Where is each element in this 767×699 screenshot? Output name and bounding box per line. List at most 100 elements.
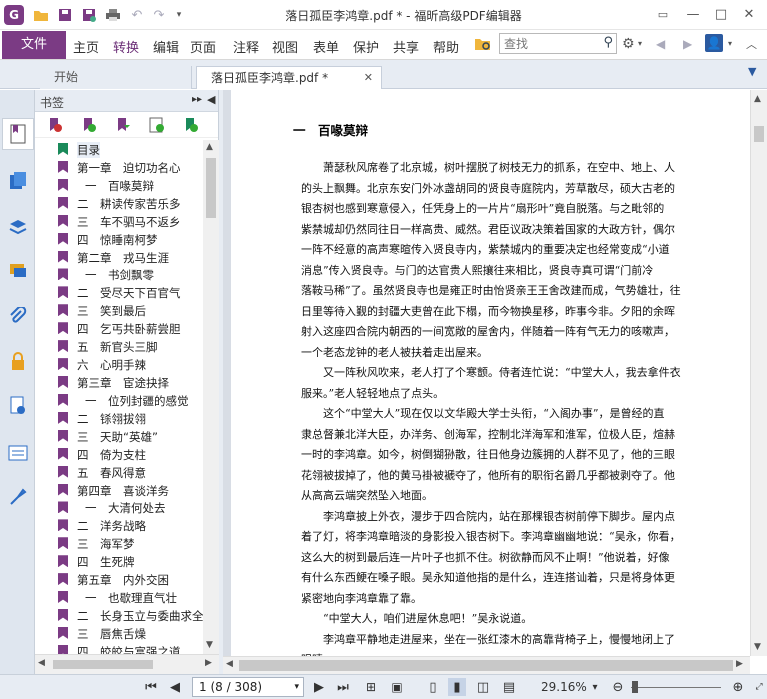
bookmark-vertical-scrollbar[interactable]: ▲ ▼ — [203, 140, 219, 654]
scroll-down-icon[interactable]: ▼ — [754, 642, 761, 652]
bookmark-expand-icon[interactable] — [149, 117, 165, 133]
scroll-down-icon[interactable]: ▼ — [206, 640, 213, 650]
bookmark-item[interactable]: 四 生死牌 — [35, 552, 203, 570]
file-menu-button[interactable]: 文件 — [2, 31, 66, 59]
tab-form[interactable]: 表单 — [313, 37, 339, 56]
bookmark-item[interactable]: 四 倚为支柱 — [35, 445, 203, 463]
bookmark-item[interactable]: 二 铩翎拔翎 — [35, 409, 203, 427]
tab-edit[interactable]: 编辑 — [153, 37, 179, 56]
zoom-in-icon[interactable]: ⊕ — [729, 678, 747, 696]
first-page-icon[interactable]: ⏮ — [142, 678, 160, 696]
bookmark-item[interactable]: 第四章 喜谈洋务 — [35, 481, 203, 499]
search-box[interactable]: ⚲ — [499, 33, 617, 54]
bookmark-add-icon[interactable] — [81, 117, 97, 133]
redo-icon[interactable]: ↷ — [150, 6, 168, 24]
open-folder-icon[interactable] — [32, 6, 50, 24]
bookmark-item[interactable]: 三 天助“英雄” — [35, 427, 203, 445]
maximize-button[interactable]: □ — [710, 4, 732, 26]
bookmark-item[interactable]: 二 长身玉立与委曲求全 — [35, 606, 203, 624]
scroll-thumb[interactable] — [53, 660, 153, 669]
expand-panel-icon[interactable]: ▸▸ — [192, 94, 202, 105]
facing-page-icon[interactable]: ◫ — [474, 678, 492, 696]
comments-icon[interactable] — [5, 258, 31, 284]
scroll-thumb[interactable] — [206, 158, 216, 218]
bookmark-item[interactable]: 第二章 戎马生涯 — [35, 248, 203, 266]
security-lock-icon[interactable] — [5, 348, 31, 374]
nav-forward-icon[interactable]: ▶ — [683, 37, 692, 51]
collapse-ribbon-icon[interactable]: ︿ — [746, 36, 757, 52]
scroll-right-icon[interactable]: ▶ — [736, 659, 743, 669]
bookmark-item[interactable]: 第三章 宦途抉择 — [35, 373, 203, 391]
save-icon[interactable] — [56, 6, 74, 24]
page-number-input[interactable]: 1 (8 / 308) ▾ — [192, 677, 304, 697]
bookmark-item[interactable]: 目录 — [35, 140, 203, 158]
tab-document[interactable]: 落日孤臣李鸿章.pdf * ✕ — [196, 66, 382, 89]
pages-thumbnail-icon[interactable] — [5, 168, 31, 194]
document-vertical-scrollbar[interactable]: ▲ ▼ — [750, 90, 767, 656]
last-page-icon[interactable]: ⏭ — [334, 678, 352, 696]
content-panel-icon[interactable] — [5, 440, 31, 466]
zoom-out-icon[interactable]: ⊖ — [609, 678, 627, 696]
tab-view[interactable]: 视图 — [272, 37, 298, 56]
gear-icon[interactable]: ⚙ — [622, 36, 635, 52]
bookmark-item[interactable]: 三 海军梦 — [35, 534, 203, 552]
tab-convert[interactable]: 转换 — [113, 37, 139, 56]
bookmark-item[interactable]: 二 洋务战略 — [35, 516, 203, 534]
attachments-icon[interactable] — [5, 304, 31, 330]
tab-page[interactable]: 页面 — [190, 37, 216, 56]
undo-icon[interactable]: ↶ — [128, 6, 146, 24]
zoom-slider[interactable] — [631, 687, 721, 688]
zoom-slider-handle[interactable] — [632, 681, 638, 693]
bookmark-item[interactable]: 四 皎皎与富强之道 — [35, 642, 203, 654]
print-icon[interactable] — [104, 6, 122, 24]
bookmark-delete-icon[interactable] — [47, 117, 63, 133]
continuous-facing-icon[interactable]: ▤ — [500, 678, 518, 696]
tab-home[interactable]: 主页 — [73, 37, 99, 56]
layers-icon[interactable] — [5, 214, 31, 240]
scroll-up-icon[interactable]: ▲ — [754, 94, 761, 104]
tab-list-dropdown-icon[interactable]: ▼ — [748, 65, 756, 78]
tab-protect[interactable]: 保护 — [353, 37, 379, 56]
zoom-dropdown-icon[interactable]: ▾ — [586, 678, 604, 696]
close-button[interactable]: ✕ — [738, 4, 760, 26]
minimize-button[interactable]: — — [682, 4, 704, 26]
destinations-icon[interactable] — [5, 484, 31, 510]
signatures-icon[interactable] — [5, 393, 31, 419]
scroll-right-icon[interactable]: ▶ — [205, 658, 212, 668]
scroll-left-icon[interactable]: ◀ — [38, 658, 45, 668]
tab-start-page[interactable]: 开始 — [40, 66, 192, 89]
bookmark-item[interactable]: 一 也歇理直气壮 — [35, 588, 203, 606]
next-page-icon[interactable]: ▶ — [310, 678, 328, 696]
bookmark-item[interactable]: 二 受尽天下百官气 — [35, 283, 203, 301]
help-icon[interactable]: ▭ — [652, 4, 674, 26]
search-input[interactable] — [500, 34, 595, 53]
bookmark-horizontal-scrollbar[interactable]: ◀ ▶ — [35, 654, 219, 674]
user-avatar-icon[interactable]: 👤 — [705, 34, 723, 52]
document-horizontal-scrollbar[interactable]: ◀ ▶ — [223, 656, 750, 674]
bookmark-item[interactable]: 一 位列封疆的感觉 — [35, 391, 203, 409]
bookmark-item[interactable]: 五 春风得意 — [35, 463, 203, 481]
scroll-left-icon[interactable]: ◀ — [226, 659, 233, 669]
tab-share[interactable]: 共享 — [393, 37, 419, 56]
scroll-thumb[interactable] — [239, 660, 733, 671]
bookmark-item[interactable]: 第一章 迫切功名心 — [35, 158, 203, 176]
scroll-thumb[interactable] — [754, 126, 764, 142]
bookmark-item[interactable]: 三 车不驷马不返乡 — [35, 212, 203, 230]
tab-comment[interactable]: 注释 — [233, 37, 259, 56]
bookmark-item[interactable]: 二 耕读传家苦乐多 — [35, 194, 203, 212]
page-dropdown-icon[interactable]: ▾ — [294, 678, 299, 696]
user-dropdown-icon[interactable]: ▾ — [728, 39, 732, 48]
bookmark-collapse-icon[interactable] — [183, 117, 199, 133]
scroll-up-icon[interactable]: ▲ — [206, 142, 213, 152]
status-overflow-icon[interactable]: ⤢ — [750, 678, 767, 696]
bookmark-item[interactable]: 三 笑到最后 — [35, 301, 203, 319]
nav-back-icon[interactable]: ◀ — [656, 37, 665, 51]
search-icon[interactable]: ⚲ — [603, 35, 613, 50]
settings-dropdown-icon[interactable]: ▾ — [638, 39, 642, 48]
bookmark-item[interactable]: 六 心明手辣 — [35, 355, 203, 373]
bookmark-item[interactable]: 四 惊睡南柯梦 — [35, 230, 203, 248]
bookmark-item[interactable]: 五 新官头三脚 — [35, 337, 203, 355]
reading-mode-icon[interactable]: ▣ — [388, 678, 406, 696]
previous-page-icon[interactable]: ◀ — [166, 678, 184, 696]
bookmark-item[interactable]: 第五章 内外交困 — [35, 570, 203, 588]
